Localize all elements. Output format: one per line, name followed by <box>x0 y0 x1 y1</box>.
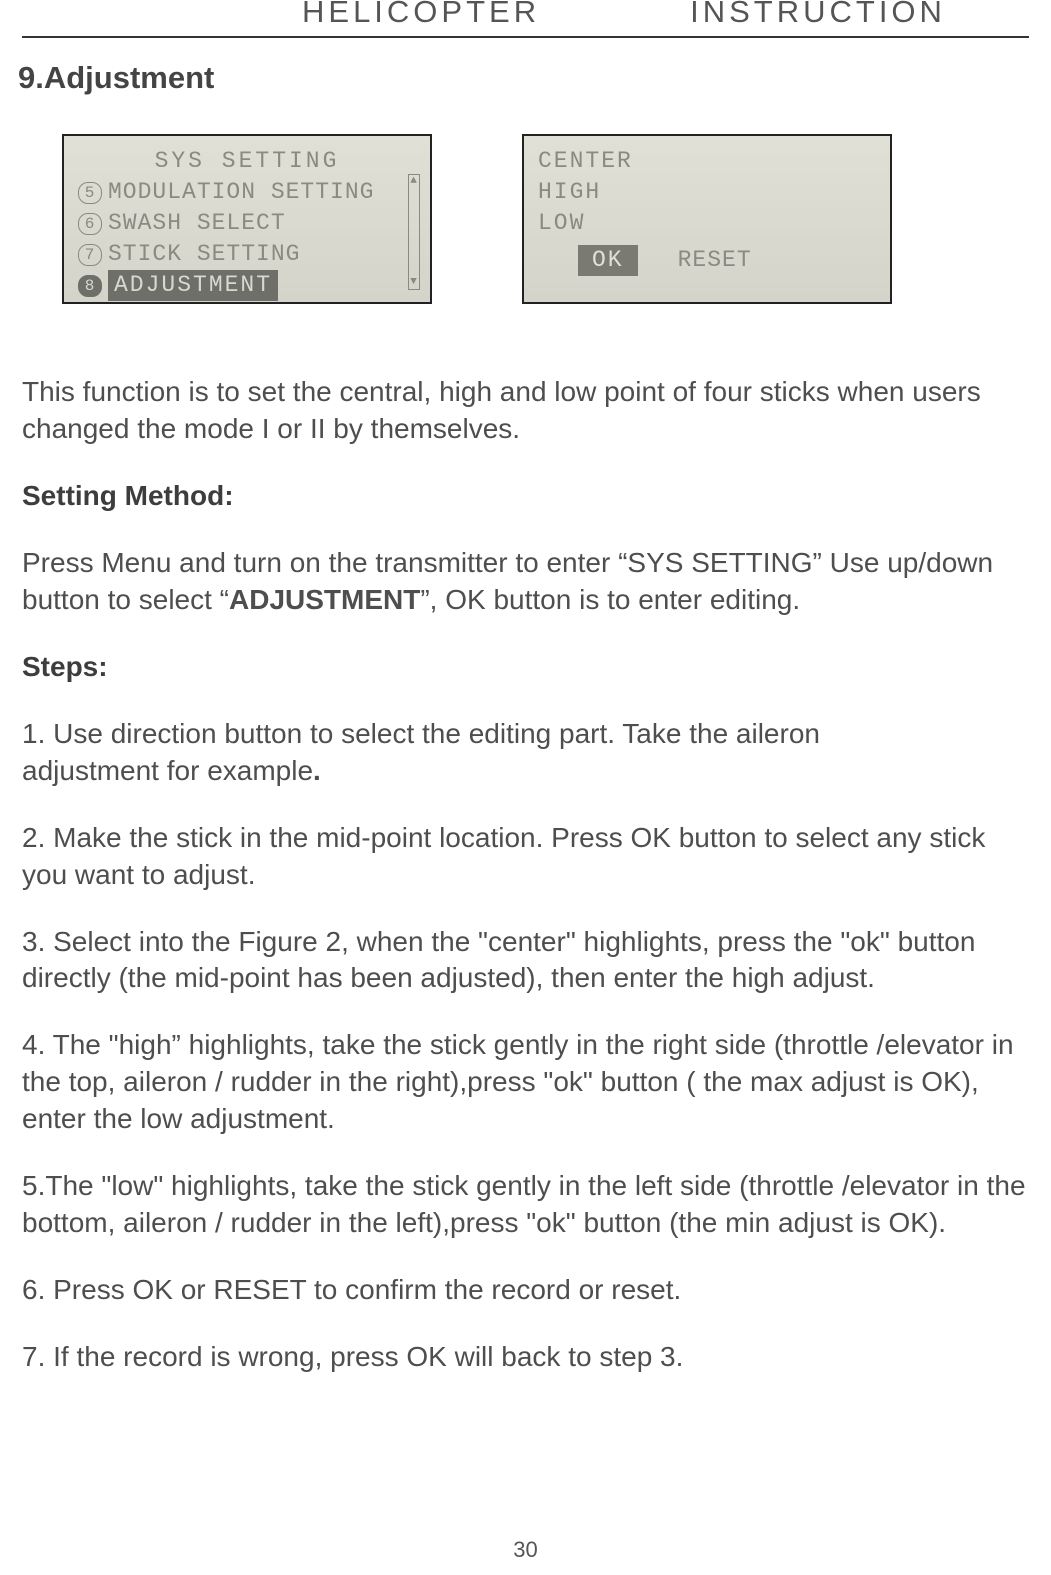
lcd1-item-8-selected: 8 ADJUSTMENT <box>78 270 416 301</box>
page-number: 30 <box>0 1537 1051 1563</box>
lcd1-item-7: 7 STICK SETTING <box>78 239 416 270</box>
setting-method-post: ”, OK button is to enter editing. <box>420 584 800 615</box>
step-1b: adjustment for example <box>22 755 313 786</box>
lcd2-option-high: HIGH <box>538 177 876 208</box>
lcd2-button-row: OK RESET <box>538 245 876 276</box>
step-2: 2. Make the stick in the mid-point locat… <box>22 820 1029 894</box>
setting-method-body: Press Menu and turn on the transmitter t… <box>22 545 1029 619</box>
header-right: INSTRUCTION <box>690 0 946 30</box>
lcd1-num-5: 5 <box>78 182 102 204</box>
steps-heading: Steps: <box>22 649 1029 686</box>
intro-paragraph: This function is to set the central, hig… <box>22 374 1029 448</box>
scroll-down-icon: ▼ <box>409 277 419 288</box>
step-1b-line: adjustment for example. <box>22 753 1029 790</box>
lcd2-reset-button: RESET <box>678 245 752 276</box>
header-left: HELICOPTER <box>302 0 540 30</box>
setting-method-heading: Setting Method: <box>22 478 1029 515</box>
step-7: 7. If the record is wrong, press OK will… <box>22 1339 1029 1376</box>
lcd1-item-6: 6 SWASH SELECT <box>78 208 416 239</box>
lcd1-num-6: 6 <box>78 213 102 235</box>
lcd1-item-5: 5 MODULATION SETTING <box>78 177 416 208</box>
lcd1-label-6: SWASH SELECT <box>108 208 286 239</box>
lcd1-label-5: MODULATION SETTING <box>108 177 374 208</box>
step-6: 6. Press OK or RESET to confirm the reco… <box>22 1272 1029 1309</box>
setting-method-bold: ADJUSTMENT <box>229 584 420 615</box>
lcd-adjustment: CENTER HIGH LOW OK RESET <box>522 134 892 304</box>
scroll-up-icon: ▲ <box>409 176 419 187</box>
step-1-dot: . <box>313 755 321 786</box>
lcd2-option-low: LOW <box>538 208 876 239</box>
lcd1-scrollbar: ▲ ▼ <box>408 174 420 290</box>
header-divider <box>22 36 1029 38</box>
step-5: 5.The "low" highlights, take the stick g… <box>22 1168 1029 1242</box>
lcd2-option-center: CENTER <box>538 146 876 177</box>
step-1a: 1. Use direction button to select the ed… <box>22 716 1029 753</box>
lcd1-num-8: 8 <box>78 275 102 297</box>
body-content: This function is to set the central, hig… <box>22 374 1029 1376</box>
lcd-screens: SYS SETTING 5 MODULATION SETTING 6 SWASH… <box>62 134 1051 304</box>
step-3: 3. Select into the Figure 2, when the "c… <box>22 924 1029 998</box>
lcd1-label-7: STICK SETTING <box>108 239 300 270</box>
step-4: 4. The "high” highlights, take the stick… <box>22 1027 1029 1138</box>
lcd1-title: SYS SETTING <box>78 146 416 177</box>
lcd1-label-8: ADJUSTMENT <box>108 270 278 301</box>
section-title: 9.Adjustment <box>18 60 1051 96</box>
lcd2-ok-button: OK <box>578 245 638 276</box>
lcd1-num-7: 7 <box>78 244 102 266</box>
lcd-sys-setting: SYS SETTING 5 MODULATION SETTING 6 SWASH… <box>62 134 432 304</box>
page-header: HELICOPTER INSTRUCTION <box>0 0 1051 30</box>
